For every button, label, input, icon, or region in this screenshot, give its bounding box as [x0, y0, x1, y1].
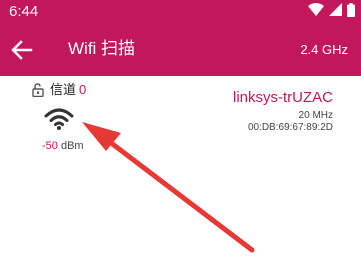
- status-time: 6:44: [9, 3, 39, 20]
- network-ssid: linksys-trUZAC: [233, 89, 333, 106]
- system-icons: [308, 2, 355, 22]
- unlocked-icon: [32, 83, 44, 98]
- channel-info: 信道 0: [50, 82, 86, 98]
- battery-icon: [347, 2, 355, 22]
- page-title: Wifi 扫描: [68, 39, 136, 58]
- network-list-item[interactable]: 信道 0 -50 dBm linksys-trUZAC 20 MHz 00:DB:…: [0, 76, 361, 258]
- arrow-back-icon[interactable]: [9, 37, 35, 63]
- signal-unit: dBm: [60, 140, 84, 152]
- cell-signal-icon: [329, 3, 342, 21]
- channel-label: 信道: [50, 82, 77, 97]
- wifi-icon: [308, 3, 324, 21]
- status-bar: 6:44: [0, 0, 361, 24]
- signal-strength: -50 dBm: [42, 139, 84, 153]
- band-selector[interactable]: 2.4 GHz: [300, 42, 348, 58]
- signal-value: -50: [42, 140, 58, 152]
- channel-value: 0: [79, 82, 87, 97]
- network-bssid: 00:DB:69:67:89:2D: [247, 122, 333, 133]
- app-bar: Wifi 扫描 2.4 GHz: [0, 24, 361, 76]
- wifi-signal-icon: [44, 108, 74, 130]
